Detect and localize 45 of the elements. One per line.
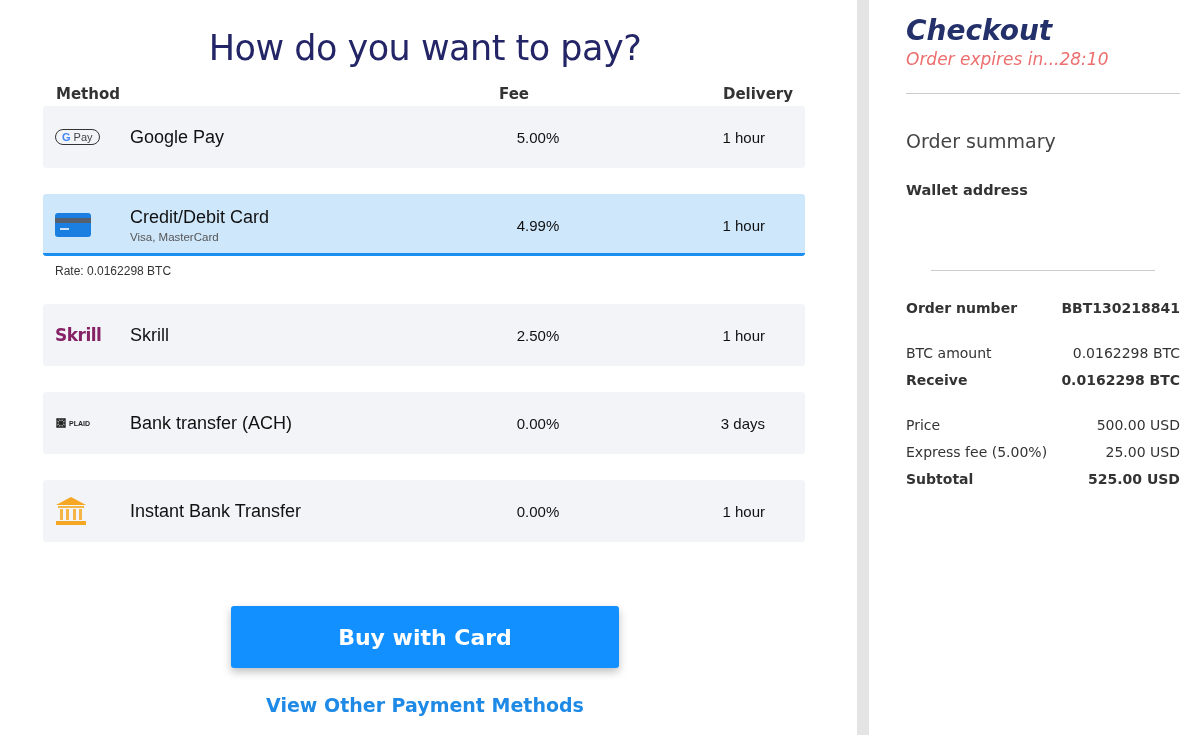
column-header: Fee bbox=[499, 85, 530, 103]
rate-text: Rate: 0.0162298 BTC bbox=[55, 264, 172, 278]
fee-value: 0.00% bbox=[515, 502, 561, 520]
payment-method-row[interactable]: Credit/Debit Card Visa, MasterCard 4.99% 1 hour bbox=[43, 194, 805, 256]
method-name: Credit/Debit Card bbox=[130, 207, 271, 228]
credit-card-icon bbox=[55, 213, 91, 237]
payment-method-row[interactable]: Skrill Skrill 2.50% 1 hour bbox=[43, 304, 805, 366]
fee-value: 2.50% bbox=[515, 326, 561, 344]
wallet-label: Wallet address bbox=[906, 182, 1029, 198]
fee-value: 5.00% bbox=[515, 128, 561, 146]
fee-value: 4.99% bbox=[515, 216, 561, 234]
delivery-time: 1 hour bbox=[721, 216, 766, 234]
delivery-time: 1 hour bbox=[721, 326, 766, 344]
summary-label: Subtotal bbox=[906, 470, 974, 489]
checkout-title: Checkout bbox=[906, 14, 1054, 47]
method-name: Instant Bank Transfer bbox=[130, 500, 303, 522]
summary-value: 25.00 USD bbox=[1105, 443, 1180, 462]
summary-value: 0.0162298 BTC bbox=[1072, 344, 1180, 363]
method-name: Google Pay bbox=[130, 126, 226, 148]
skrill-logo: Skrill bbox=[55, 325, 102, 345]
column-header: Method bbox=[56, 85, 121, 103]
other-methods-link[interactable]: View Other Payment Methods bbox=[266, 694, 584, 716]
method-subtitle: Visa, MasterCard bbox=[130, 231, 220, 243]
summary-value: BBT130218841 bbox=[1061, 299, 1180, 318]
column-header: Delivery bbox=[721, 85, 793, 103]
bank-icon bbox=[55, 496, 87, 526]
summary-label: Price bbox=[906, 416, 941, 435]
summary-value: 500.00 USD bbox=[1096, 416, 1180, 435]
page-heading: How do you want to pay? bbox=[208, 28, 642, 68]
payment-method-row[interactable]: G Pay Google Pay 5.00% 1 hour bbox=[43, 106, 805, 168]
delivery-time: 3 days bbox=[719, 414, 766, 432]
fee-value: 0.00% bbox=[515, 414, 561, 432]
summary-label: Order number bbox=[906, 299, 1018, 318]
method-name: Skrill bbox=[130, 324, 170, 346]
method-name: Bank transfer (ACH) bbox=[130, 412, 294, 434]
delivery-time: 1 hour bbox=[721, 128, 766, 146]
summary-title: Order summary bbox=[906, 130, 1057, 152]
summary-value: 525.00 USD bbox=[1088, 470, 1180, 489]
summary-value: 0.0162298 BTC bbox=[1061, 371, 1180, 390]
summary-label: Receive bbox=[906, 371, 968, 390]
expiry-timer: Order expires in...28:10 bbox=[906, 49, 1110, 69]
payment-method-row[interactable]: Instant Bank Transfer 0.00% 1 hour bbox=[43, 480, 805, 542]
summary-label: Express fee (5.00%) bbox=[906, 443, 1048, 462]
delivery-time: 1 hour bbox=[721, 502, 766, 520]
summary-label: BTC amount bbox=[906, 344, 992, 363]
